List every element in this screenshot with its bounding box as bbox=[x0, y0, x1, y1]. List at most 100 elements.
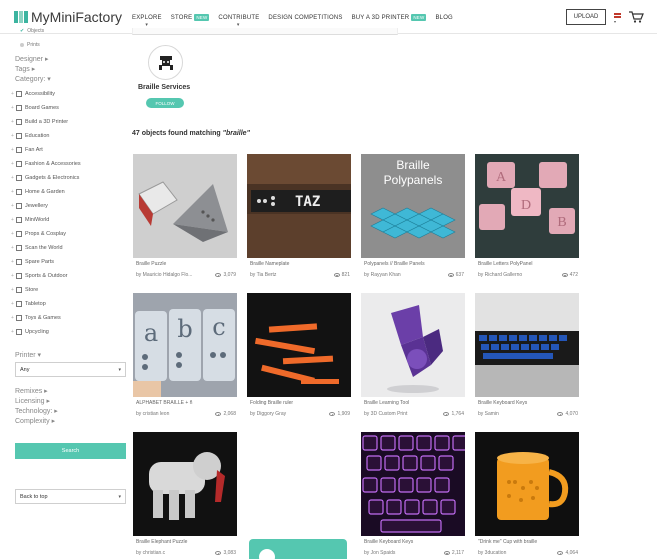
site-logo[interactable]: MyMiniFactory bbox=[14, 9, 122, 25]
checkbox[interactable] bbox=[16, 315, 22, 321]
object-card[interactable]: a b c ALPHABET BRAILLE + ñ by cristian l… bbox=[133, 293, 237, 417]
card-author[interactable]: by Samin bbox=[478, 411, 499, 417]
cart-icon[interactable] bbox=[628, 8, 644, 24]
checkbox[interactable] bbox=[16, 91, 22, 97]
checkbox[interactable] bbox=[16, 259, 22, 265]
category-filter-item[interactable]: + Scan the World bbox=[11, 245, 63, 251]
card-author[interactable]: by Diggory Gray bbox=[250, 411, 286, 417]
back-to-top-select[interactable]: Back to top ▾ bbox=[15, 489, 126, 504]
checkbox[interactable] bbox=[16, 273, 22, 279]
filter-prints[interactable]: Prints bbox=[20, 42, 40, 48]
checkbox[interactable] bbox=[16, 147, 22, 153]
expand-icon[interactable]: + bbox=[11, 105, 14, 111]
card-title[interactable]: Braille Keyboard Keys bbox=[478, 400, 578, 406]
expand-icon[interactable]: + bbox=[11, 217, 14, 223]
printer-select[interactable]: Any ▾ bbox=[15, 362, 126, 377]
uk-flag-icon[interactable] bbox=[614, 13, 621, 18]
object-card[interactable]: Braille Polypanels Polypanels // Braille… bbox=[361, 154, 465, 278]
card-author[interactable]: by cristian leon bbox=[136, 411, 169, 417]
expand-icon[interactable]: + bbox=[11, 203, 14, 209]
card-title[interactable]: Braille Letters PolyPanel bbox=[478, 261, 578, 267]
object-card[interactable]: A D B Braille Letters PolyPanel by Richa… bbox=[475, 154, 579, 278]
card-author[interactable]: by christian.c bbox=[136, 550, 165, 556]
checkbox[interactable] bbox=[16, 245, 22, 251]
expand-icon[interactable]: + bbox=[11, 189, 14, 195]
expand-icon[interactable]: + bbox=[11, 175, 14, 181]
nav-buy-printer[interactable]: BUY A 3D PRINTER NEW bbox=[352, 14, 427, 21]
filter-printer[interactable]: Printer ▾ bbox=[15, 351, 41, 359]
thumbnail-braille-elephant[interactable] bbox=[133, 432, 237, 536]
card-title[interactable]: ALPHABET BRAILLE + ñ bbox=[136, 400, 236, 406]
card-author[interactable]: by Rayyan Khan bbox=[364, 272, 401, 278]
checkbox[interactable] bbox=[16, 329, 22, 335]
category-filter-item[interactable]: + Toys & Games bbox=[11, 315, 61, 321]
card-author[interactable]: by 3D Custom Print bbox=[364, 411, 407, 417]
object-card[interactable]: Braille Keyboard Keys by Jon Spaids 2,11… bbox=[361, 432, 465, 556]
category-filter-item[interactable]: + Spare Parts bbox=[11, 259, 54, 265]
card-title[interactable]: Braille Nameplate bbox=[250, 261, 350, 267]
expand-icon[interactable]: + bbox=[11, 133, 14, 139]
expand-icon[interactable]: + bbox=[11, 329, 14, 335]
expand-icon[interactable]: + bbox=[11, 245, 14, 251]
creator-avatar[interactable] bbox=[148, 45, 183, 80]
card-title[interactable]: Folding Braille ruler bbox=[250, 400, 350, 406]
card-title[interactable]: Braille Keyboard Keys bbox=[364, 539, 464, 545]
nav-store[interactable]: STORE NEW bbox=[171, 14, 210, 21]
thumbnail-polypanels[interactable]: Braille Polypanels bbox=[361, 154, 465, 258]
category-filter-item[interactable]: + Props & Cosplay bbox=[11, 231, 66, 237]
expand-icon[interactable]: + bbox=[11, 301, 14, 307]
checkbox[interactable] bbox=[16, 189, 22, 195]
thumbnail-braille-letters[interactable]: A D B bbox=[475, 154, 579, 258]
checkbox[interactable] bbox=[16, 231, 22, 237]
filter-tags[interactable]: Tags ▸ bbox=[15, 65, 35, 73]
thumbnail-alphabet-braille[interactable]: a b c bbox=[133, 293, 237, 397]
object-card[interactable]: "Drink me" Cup with braille by 3ducation… bbox=[475, 432, 579, 556]
category-filter-item[interactable]: + Board Games bbox=[11, 105, 59, 111]
category-filter-item[interactable]: + Store bbox=[11, 287, 38, 293]
filter-technology[interactable]: Technology: ▸ bbox=[15, 407, 58, 415]
expand-icon[interactable]: + bbox=[11, 287, 14, 293]
search-button[interactable]: Search bbox=[15, 443, 126, 459]
object-card[interactable]: Braille Elephant Puzzle by christian.c 3… bbox=[133, 432, 237, 556]
expand-icon[interactable]: + bbox=[11, 259, 14, 265]
filter-objects[interactable]: ✔ Objects bbox=[20, 28, 44, 34]
filter-designer[interactable]: Designer ▸ bbox=[15, 55, 48, 63]
checkbox[interactable] bbox=[16, 175, 22, 181]
checkbox[interactable] bbox=[16, 287, 22, 293]
creator-name[interactable]: Braille Services bbox=[138, 84, 190, 91]
upload-button[interactable]: UPLOAD bbox=[566, 9, 606, 25]
thumbnail-braille-nameplate[interactable]: TAZ bbox=[247, 154, 351, 258]
category-filter-item[interactable]: + Build a 3D Printer bbox=[11, 119, 68, 125]
nav-contribute[interactable]: CONTRIBUTE ▾ bbox=[218, 14, 259, 29]
thumbnail-drink-me-cup[interactable] bbox=[475, 432, 579, 536]
expand-icon[interactable]: + bbox=[11, 91, 14, 97]
expand-icon[interactable]: + bbox=[11, 315, 14, 321]
thumbnail-keyboard-keys-glow[interactable] bbox=[361, 432, 465, 536]
expand-icon[interactable]: + bbox=[11, 231, 14, 237]
filter-licensing[interactable]: Licensing ▸ bbox=[15, 397, 50, 405]
checkbox[interactable] bbox=[16, 119, 22, 125]
object-card[interactable]: Braille Puzzle by Mauricio Hidalgo Flo..… bbox=[133, 154, 237, 278]
expand-icon[interactable]: + bbox=[11, 147, 14, 153]
card-title[interactable]: Polypanels // Braille Panels bbox=[364, 261, 464, 267]
card-author[interactable]: by Jon Spaids bbox=[364, 550, 395, 556]
thumbnail-braille-keyboard-keys[interactable] bbox=[475, 293, 579, 397]
card-author[interactable]: by 3ducation bbox=[478, 550, 506, 556]
category-filter-item[interactable]: + Upcycling bbox=[11, 329, 49, 335]
object-card[interactable]: TAZ Braille Nameplate by Tia Bertz 821 bbox=[247, 154, 351, 278]
thumbnail-folding-ruler[interactable] bbox=[247, 293, 351, 397]
checkbox[interactable] bbox=[16, 217, 22, 223]
object-card[interactable]: Folding Braille ruler by Diggory Gray 1,… bbox=[247, 293, 351, 417]
card-author[interactable]: by Richard Gallerno bbox=[478, 272, 522, 278]
expand-icon[interactable]: + bbox=[11, 161, 14, 167]
checkbox[interactable] bbox=[16, 161, 22, 167]
card-title[interactable]: Braille Elephant Puzzle bbox=[136, 539, 236, 545]
category-filter-item[interactable]: + Education bbox=[11, 133, 49, 139]
category-filter-item[interactable]: + Tabletop bbox=[11, 301, 46, 307]
object-card[interactable]: Braille Keyboard Keys by Samin 4,070 bbox=[475, 293, 579, 417]
filter-category[interactable]: Category: ▾ bbox=[15, 75, 51, 83]
nav-design-competitions[interactable]: DESIGN COMPETITIONS bbox=[268, 14, 342, 21]
follow-button[interactable]: FOLLOW bbox=[146, 98, 184, 108]
category-filter-item[interactable]: + Sports & Outdoor bbox=[11, 273, 68, 279]
thumbnail-braille-learning-tool[interactable] bbox=[361, 293, 465, 397]
